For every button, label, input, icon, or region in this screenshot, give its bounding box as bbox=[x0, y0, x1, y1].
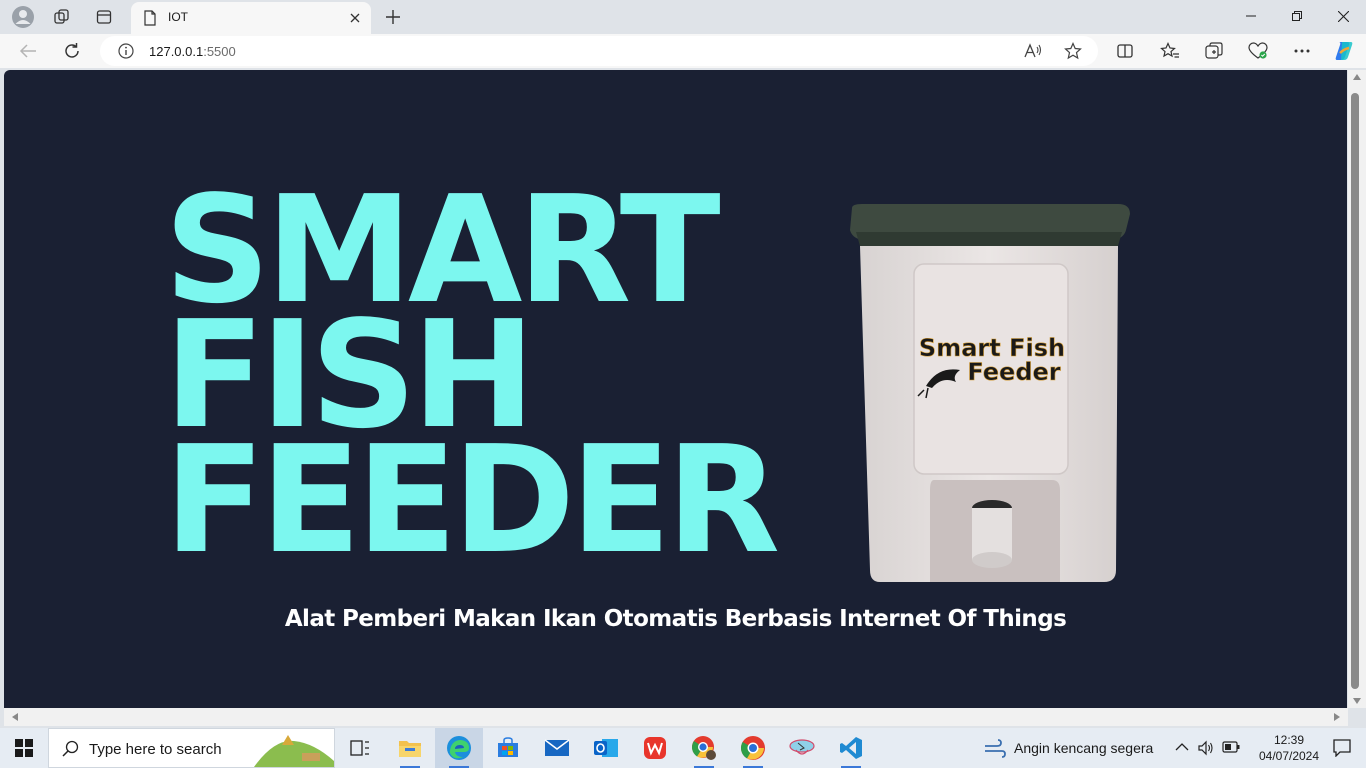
close-icon bbox=[350, 13, 360, 23]
favorites-button[interactable] bbox=[1155, 36, 1185, 66]
search-placeholder: Type here to search bbox=[89, 741, 222, 758]
tagline: Alat Pemberi Makan Ikan Otomatis Berbasi… bbox=[284, 606, 1067, 632]
workspaces-icon bbox=[54, 9, 69, 24]
start-button[interactable] bbox=[0, 728, 48, 768]
microsoft-store-button[interactable] bbox=[484, 728, 532, 768]
chrome-profile-button[interactable] bbox=[680, 728, 728, 768]
vscode-button[interactable] bbox=[827, 728, 875, 768]
scroll-up-arrow-icon[interactable] bbox=[1353, 74, 1361, 80]
weather-wind-icon[interactable] bbox=[983, 738, 1007, 758]
browser-essentials-button[interactable] bbox=[1243, 36, 1273, 66]
scroll-down-arrow-icon[interactable] bbox=[1353, 698, 1361, 704]
profile-icon bbox=[12, 6, 34, 28]
profile-avatar-button[interactable] bbox=[8, 2, 38, 32]
tab-title: IOT bbox=[168, 10, 188, 24]
search-icon bbox=[62, 740, 79, 757]
page-icon bbox=[144, 10, 156, 26]
minimize-button[interactable] bbox=[1228, 0, 1274, 32]
volume-icon[interactable] bbox=[1198, 740, 1214, 756]
mail-icon bbox=[544, 739, 570, 756]
minimize-icon bbox=[1246, 15, 1256, 17]
clock-time: 12:39 bbox=[1273, 733, 1305, 747]
taskbar-search-box[interactable]: Type here to search bbox=[48, 728, 335, 768]
scroll-right-arrow-icon[interactable] bbox=[1334, 713, 1340, 721]
chrome-icon bbox=[740, 736, 765, 760]
restore-icon bbox=[1292, 11, 1302, 21]
chrome-profile-icon bbox=[692, 736, 716, 760]
outlook-icon bbox=[594, 739, 618, 757]
page-viewport: SMART FISH FEEDER Smart Fish Feeder Alat… bbox=[4, 70, 1347, 708]
read-aloud-icon bbox=[1024, 43, 1042, 58]
tab-strip: IOT bbox=[0, 0, 1366, 34]
bird-app-button[interactable] bbox=[778, 728, 826, 768]
store-icon bbox=[498, 737, 518, 757]
refresh-button[interactable] bbox=[57, 36, 87, 66]
chevron-up-icon[interactable] bbox=[1175, 742, 1189, 752]
wps-office-icon bbox=[644, 737, 666, 759]
more-dots-icon bbox=[1294, 49, 1310, 53]
search-highlight-illustration-icon bbox=[254, 735, 334, 767]
bird-app-icon bbox=[789, 739, 815, 755]
windows-taskbar: Type here to search Angin kencang segera… bbox=[0, 728, 1366, 768]
windows-logo-icon bbox=[15, 739, 33, 757]
tab-actions-button[interactable] bbox=[89, 2, 119, 32]
clock-date: 04/07/2024 bbox=[1258, 749, 1320, 763]
copilot-icon bbox=[1335, 42, 1353, 60]
product-label-line2: Feeder bbox=[967, 358, 1060, 386]
address-bar[interactable]: 127.0.0.1:5500 bbox=[100, 36, 1098, 66]
edge-taskbar-button[interactable] bbox=[435, 728, 483, 768]
collections-button[interactable] bbox=[1199, 36, 1229, 66]
copilot-button[interactable] bbox=[1329, 36, 1359, 66]
browser-toolbar: 127.0.0.1:5500 bbox=[0, 34, 1366, 68]
tab-iot[interactable]: IOT bbox=[131, 2, 371, 34]
chrome-button[interactable] bbox=[729, 728, 777, 768]
mail-button[interactable] bbox=[533, 728, 581, 768]
info-icon[interactable] bbox=[118, 43, 134, 59]
outlook-button[interactable] bbox=[582, 728, 630, 768]
favorites-icon bbox=[1160, 42, 1179, 58]
hero-title: SMART FISH FEEDER bbox=[164, 176, 784, 586]
tab-actions-icon bbox=[96, 10, 112, 24]
hero-line-3: FEEDER bbox=[164, 414, 780, 586]
split-screen-icon bbox=[1117, 44, 1133, 58]
back-button[interactable] bbox=[13, 36, 43, 66]
wps-office-button[interactable] bbox=[631, 728, 679, 768]
notification-center-button[interactable] bbox=[1318, 728, 1366, 768]
workspaces-button[interactable] bbox=[47, 2, 77, 32]
read-aloud-button[interactable] bbox=[1018, 36, 1048, 66]
scroll-left-arrow-icon[interactable] bbox=[12, 713, 18, 721]
url-text: 127.0.0.1:5500 bbox=[149, 44, 236, 59]
system-clock[interactable]: 12:39 04/07/2024 bbox=[1258, 732, 1320, 764]
notification-icon bbox=[1333, 739, 1351, 757]
horizontal-scrollbar[interactable] bbox=[4, 708, 1348, 726]
back-arrow-icon bbox=[19, 44, 36, 58]
favorite-star-button[interactable] bbox=[1058, 36, 1088, 66]
collections-icon bbox=[1205, 42, 1223, 59]
folder-icon bbox=[399, 741, 421, 757]
plus-icon bbox=[386, 10, 400, 24]
restore-button[interactable] bbox=[1274, 0, 1320, 32]
refresh-icon bbox=[65, 43, 79, 58]
vscode-icon bbox=[840, 737, 862, 759]
task-view-button[interactable] bbox=[336, 728, 384, 768]
battery-icon[interactable] bbox=[1222, 741, 1240, 753]
product-image: Smart Fish Feeder bbox=[850, 204, 1130, 582]
vertical-scroll-thumb[interactable] bbox=[1351, 93, 1359, 689]
heart-pulse-icon bbox=[1248, 42, 1268, 59]
split-screen-button[interactable] bbox=[1110, 36, 1140, 66]
file-explorer-button[interactable] bbox=[386, 728, 434, 768]
close-window-button[interactable] bbox=[1320, 0, 1366, 32]
close-icon bbox=[1337, 10, 1349, 22]
tab-close-button[interactable] bbox=[345, 8, 365, 28]
weather-text[interactable]: Angin kencang segera bbox=[1014, 740, 1153, 756]
new-tab-button[interactable] bbox=[378, 2, 408, 32]
task-view-icon bbox=[350, 740, 369, 756]
edge-icon bbox=[447, 736, 471, 760]
settings-more-button[interactable] bbox=[1287, 36, 1317, 66]
star-icon bbox=[1064, 42, 1082, 60]
